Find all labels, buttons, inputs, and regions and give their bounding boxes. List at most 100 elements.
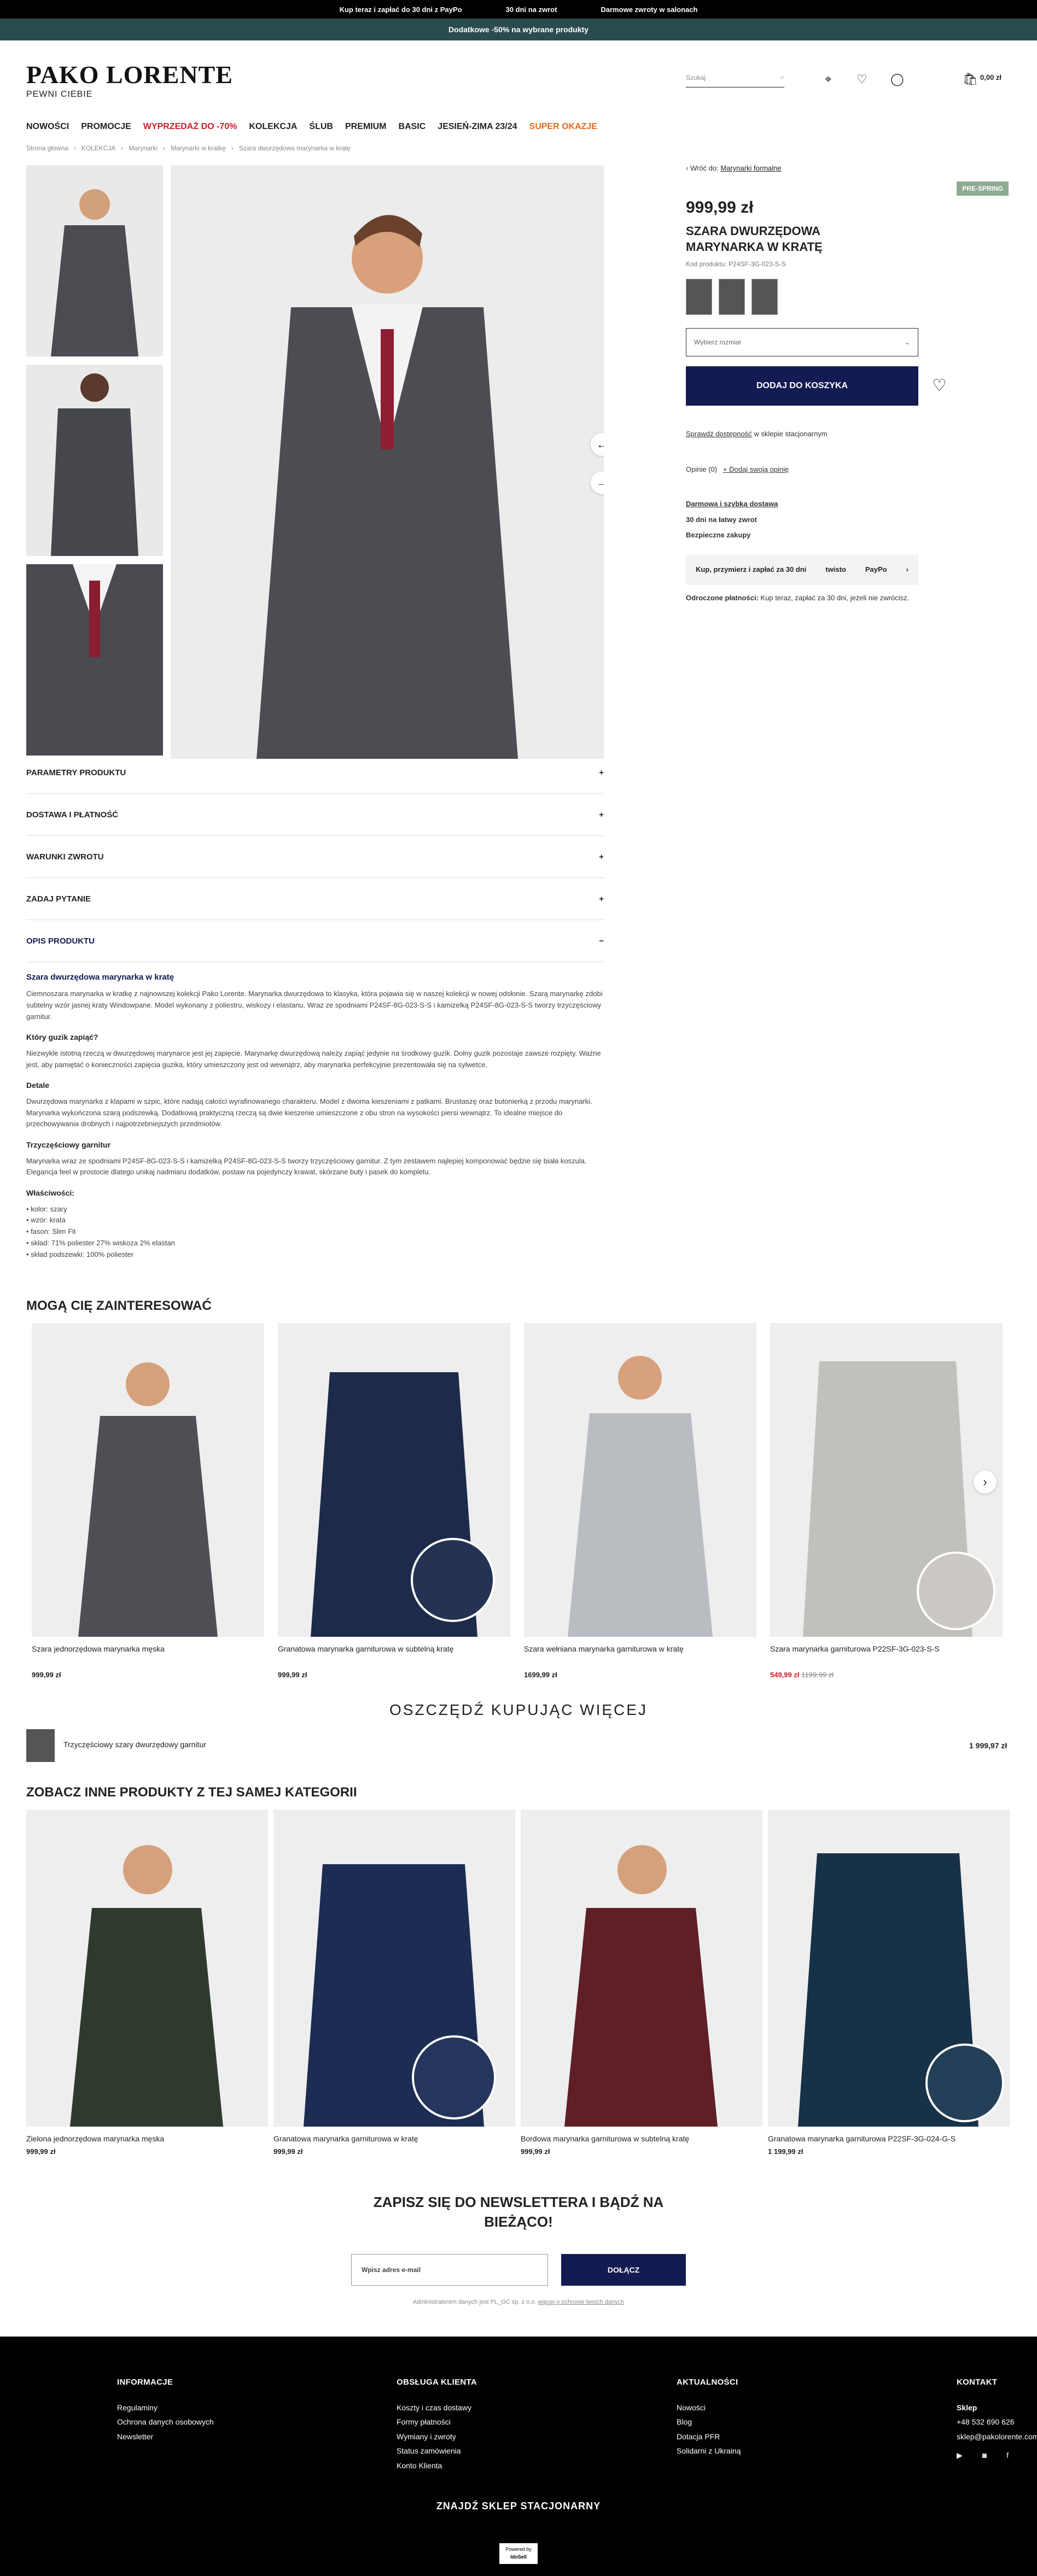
bundle-thumbnail[interactable]: [26, 1729, 55, 1762]
description-heading: Który guzik zapiąć?: [26, 1033, 98, 1042]
product-card[interactable]: Szara jednorzędowa marynarka męska 999,99…: [32, 1323, 264, 1679]
description-paragraph: Dwurzędowa marynarka z klapami w szpic, …: [26, 1097, 592, 1128]
color-variant[interactable]: [719, 279, 745, 315]
accordion-question[interactable]: ZADAJ PYTANIE +: [26, 878, 604, 920]
chevron-right-icon: ›: [906, 565, 908, 574]
product-section: ← → ‹ Wróć do: Marynarki formalne PRE-SP…: [0, 159, 1037, 759]
description-paragraph: Marynarka wraz ze spodniami P24SF-8G-023…: [26, 1156, 587, 1176]
product-card[interactable]: Granatowa marynarka garniturowa P22SF-3G…: [768, 1810, 1010, 2156]
nav-item-new[interactable]: NOWOŚCI: [26, 122, 69, 132]
product-thumbnail[interactable]: [26, 365, 163, 556]
product-description: Szara dwurzędowa marynarka w kratę Ciemn…: [26, 962, 606, 1261]
promo-text[interactable]: Dodatkowe -50% na wybrane produkty: [448, 25, 589, 34]
property-item: • fason: Slim Fit: [26, 1227, 76, 1236]
nav-item-premium[interactable]: PREMIUM: [345, 122, 387, 132]
description-heading: Detale: [26, 1081, 50, 1090]
site-logo[interactable]: PAKO LORENTE: [26, 60, 233, 89]
product-thumbnail[interactable]: [26, 165, 163, 356]
footer-info-column: INFORMACJE Regulaminy Ochrona danych osobo…: [117, 2378, 214, 2441]
size-select[interactable]: Wybierz rozmiar ⌄: [686, 328, 918, 357]
back-link[interactable]: ‹ Wróć do: Marynarki formalne: [686, 164, 1009, 172]
bundle-price: 1 999,97 zł: [969, 1741, 1007, 1750]
facebook-icon[interactable]: f: [1006, 2448, 1009, 2463]
promo-bar[interactable]: Dodatkowe -50% na wybrane produkty: [0, 19, 1037, 40]
product-card[interactable]: Granatowa marynarka garniturowa w kratę 9…: [273, 1810, 515, 2156]
add-to-cart-button[interactable]: DODAJ DO KOSZYKA: [686, 366, 918, 406]
product-code: Kod produktu: P24SF-3G-023-S-S: [686, 260, 786, 268]
plus-icon: +: [599, 894, 604, 904]
site-header: PAKO LORENTE PEWNI CIEBIE Szukaj ⌕ ⌖ ♡ ◯ …: [0, 40, 1037, 101]
deferred-payments: Odroczone płatności: Kup teraz, zapłać z…: [686, 593, 910, 602]
youtube-icon[interactable]: ▶: [957, 2448, 963, 2463]
topbar-item-free-returns[interactable]: Darmowe zwroty w salonach: [601, 5, 697, 14]
location-icon[interactable]: ⌖: [825, 72, 831, 86]
store-finder-link[interactable]: ZNAJDŹ SKLEP STACJONARNY: [0, 2501, 1037, 2512]
plus-icon: +: [599, 852, 604, 862]
social-icons: ▶ ◙ f: [957, 2448, 1037, 2463]
accordion-description[interactable]: OPIS PRODUKTU −: [26, 920, 604, 962]
nav-item-wedding[interactable]: ŚLUB: [309, 122, 333, 132]
property-item: • skład: 71% poliester 27% wiskoza 2% el…: [26, 1238, 175, 1247]
site-tagline: PEWNI CIEBIE: [26, 90, 93, 99]
nav-item-super-deals[interactable]: SUPER OKAZJE: [529, 122, 597, 132]
nav-item-sale[interactable]: WYPRZEDAŻ DO -70%: [143, 122, 237, 132]
category-title: ZOBACZ INNE PRODUKTY Z TEJ SAMEJ KATEGOR…: [26, 1785, 357, 1800]
newsletter-title: ZAPISZ SIĘ DO NEWSLETTERA I BĄDŹ NA BIEŻĄ…: [373, 2194, 664, 2230]
breadcrumb-current: Szara dwurzędowa marynarka w kratę: [238, 144, 351, 152]
product-name: SZARA DWURZĘDOWA MARYNARKA W KRATĘ: [686, 224, 823, 254]
minus-icon: −: [599, 936, 604, 946]
heart-icon[interactable]: ♡: [857, 72, 867, 86]
property-item: • skład podszewki: 100% poliester: [26, 1250, 134, 1258]
product-price: 999,99 zł: [686, 198, 754, 216]
color-variant[interactable]: [686, 279, 712, 315]
accordion-returns[interactable]: WARUNKI ZWROTU +: [26, 836, 604, 878]
product-card[interactable]: Granatowa marynarka garniturowa w subtel…: [278, 1323, 510, 1679]
topbar-item-returns[interactable]: 30 dni na zwrot: [506, 5, 557, 14]
description-paragraph: Ciemnoszara marynarka w kratkę z najnows…: [26, 990, 603, 1021]
search-icon[interactable]: ⌕: [780, 73, 784, 81]
next-carousel-arrow-icon[interactable]: ›: [974, 1471, 997, 1494]
color-variant[interactable]: [751, 279, 778, 315]
breadcrumb-jackets[interactable]: Marynarki: [129, 144, 158, 152]
properties-heading: Właściwości:: [26, 1189, 74, 1198]
search-placeholder[interactable]: Szukaj: [686, 74, 706, 81]
newsletter-join-button[interactable]: DOŁĄCZ: [561, 2253, 686, 2286]
user-icon[interactable]: ◯: [890, 72, 904, 86]
site-footer: INFORMACJE Regulaminy Ochrona danych osobo…: [0, 2337, 1037, 2576]
product-info-panel: ‹ Wróć do: Marynarki formalne PRE-SPRING…: [686, 159, 1009, 602]
product-card[interactable]: › Szara marynarka garniturowa P22SF-3G-02…: [770, 1323, 1003, 1679]
cart-icon[interactable]: 🛍: [963, 72, 978, 86]
main-nav: NOWOŚCI PROMOCJE WYPRZEDAŻ DO -70% KOLEK…: [0, 116, 1037, 138]
color-variants: [686, 279, 1009, 315]
accordion-delivery[interactable]: DOSTAWA I PŁATNOŚĆ +: [26, 794, 604, 836]
nav-item-collection[interactable]: KOLEKCJA: [249, 122, 297, 132]
top-info-bar: Kup teraz i zapłać do 30 dni z PayPo 30 …: [0, 0, 1037, 19]
product-thumbnail[interactable]: [26, 564, 163, 756]
breadcrumb: Strona główna › KOLEKCJA › Marynarki › Mary…: [26, 144, 351, 152]
wishlist-heart-icon[interactable]: ♡: [932, 376, 947, 395]
privacy-note: Administratorem danych jest PL_GC sp. z …: [412, 2298, 625, 2305]
topbar-item-paypo[interactable]: Kup teraz i zapłać do 30 dni z PayPo: [340, 5, 462, 14]
breadcrumb-check-jackets[interactable]: Marynarki w kratkę: [171, 144, 226, 152]
breadcrumb-home[interactable]: Strona główna: [26, 144, 68, 152]
product-card[interactable]: Zielona jednorzędowa marynarka męska 999,…: [26, 1810, 268, 2156]
nav-item-autumn-winter[interactable]: JESIEŃ-ZIMA 23/24: [438, 122, 517, 132]
product-card[interactable]: Bordowa marynarka garniturowa w subtelną…: [521, 1810, 762, 2156]
description-heading: Trzyczęściowy garnitur: [26, 1140, 111, 1150]
newsletter-section: ZAPISZ SIĘ DO NEWSLETTERA I BĄDŹ NA BIEŻĄ…: [0, 2192, 1037, 2305]
cart-total[interactable]: 0,00 zł: [980, 73, 1001, 81]
payment-banner[interactable]: Kup, przymierz i zapłać za 30 dni twisto P…: [686, 554, 918, 585]
search-field[interactable]: Szukaj ⌕: [686, 68, 784, 87]
footer-news-column: AKTUALNOŚCI Nowości Blog Dotacja PFR Solidar…: [677, 2378, 741, 2456]
nav-item-basic[interactable]: BASIC: [399, 122, 426, 132]
bundle-name[interactable]: Trzyczęściowy szary dwurzędowy garnitur: [63, 1740, 206, 1749]
instagram-icon[interactable]: ◙: [982, 2448, 987, 2463]
season-badge: PRE-SPRING: [957, 182, 1009, 196]
product-main-image[interactable]: ← →: [171, 165, 604, 759]
breadcrumb-collection[interactable]: KOLEKCJA: [81, 144, 116, 152]
nav-item-promotions[interactable]: PROMOCJE: [81, 122, 131, 132]
accordion-params[interactable]: PARAMETRY PRODUKTU +: [26, 752, 604, 794]
idosell-badge[interactable]: Powered by IdoSell: [499, 2543, 538, 2564]
newsletter-email-input[interactable]: Wpisz adres e-mail: [351, 2253, 548, 2286]
product-card[interactable]: Szara wełniana marynarka garniturowa w k…: [524, 1323, 756, 1679]
